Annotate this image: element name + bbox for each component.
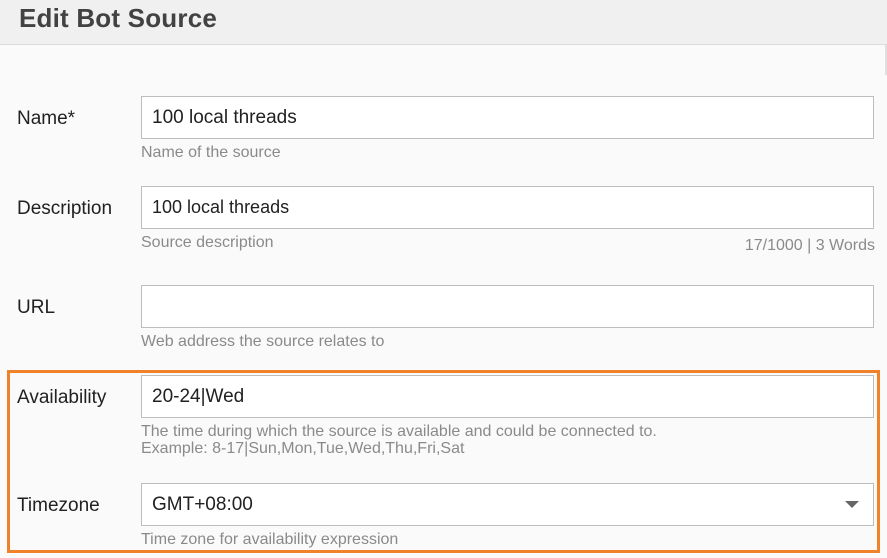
description-label: Description xyxy=(17,198,113,219)
availability-hint: The time during which the source is avai… xyxy=(141,423,657,440)
url-hint: Web address the source relates to xyxy=(141,333,385,350)
url-label: URL xyxy=(17,297,56,318)
timezone-value: GMT+08:00 xyxy=(152,494,253,515)
timezone-hint: Time zone for availability expression xyxy=(141,531,399,548)
description-input[interactable]: 100 local threads xyxy=(141,186,874,229)
availability-example: Example: 8-17|Sun,Mon,Tue,Wed,Thu,Fri,Sa… xyxy=(141,440,465,457)
availability-label: Availability xyxy=(17,387,107,408)
chevron-down-icon[interactable] xyxy=(845,501,859,508)
name-hint: Name of the source xyxy=(141,144,281,161)
timezone-label: Timezone xyxy=(17,495,100,516)
url-input[interactable] xyxy=(141,285,874,328)
availability-input[interactable]: 20-24|Wed xyxy=(141,375,874,418)
edit-bot-source-page: Edit Bot Source Name* 100 local threads … xyxy=(0,0,887,558)
name-input[interactable]: 100 local threads xyxy=(141,96,874,139)
page-title: Edit Bot Source xyxy=(19,3,218,33)
description-counter: 17/1000 | 3 Words xyxy=(744,237,875,254)
description-hint: Source description xyxy=(141,234,274,251)
timezone-select[interactable]: GMT+08:00 xyxy=(141,483,874,526)
name-label: Name* xyxy=(17,108,76,129)
page-header: Edit Bot Source xyxy=(0,0,887,45)
